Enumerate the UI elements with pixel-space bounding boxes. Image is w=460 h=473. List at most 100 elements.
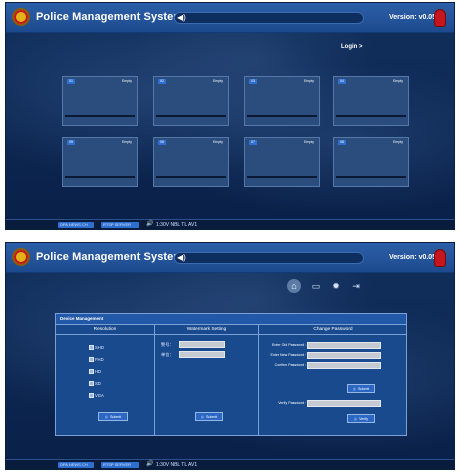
top-bar: Police Management System ◀) Version: v0.… <box>6 3 454 33</box>
top-bar: Police Management System ◀) Version: v0.… <box>6 243 454 273</box>
status-chip-label: RTSP SERVER <box>103 222 132 227</box>
tile-number: 02 <box>158 79 166 84</box>
checkbox[interactable] <box>89 393 94 399</box>
tile-number: 03 <box>249 79 257 84</box>
home-icon[interactable]: ⌂ <box>287 279 301 293</box>
resolution-option[interactable]: SD <box>89 381 101 387</box>
tile-progress-bar <box>336 176 406 178</box>
resolution-option[interactable]: VGA <box>89 393 104 399</box>
resolution-submit-button[interactable]: ◎ Submit <box>98 412 128 421</box>
dashboard-screen: Police Management System ◀) Version: v0.… <box>5 2 455 230</box>
resolution-option[interactable]: SHD <box>89 345 104 351</box>
camera-tile[interactable]: 01 Empty <box>62 76 138 126</box>
button-label: Submit <box>205 415 218 419</box>
tile-status: Empty <box>304 140 314 144</box>
tile-number: 07 <box>249 140 257 145</box>
status-chip: RTSP SERVER <box>101 222 139 228</box>
option-label: VGA <box>95 393 104 398</box>
option-label: HD <box>95 369 102 374</box>
confirm-password-input[interactable] <box>307 362 381 369</box>
status-chip-label: RTSP SERVER <box>103 462 132 467</box>
verify-password-input[interactable] <box>307 400 381 407</box>
tile-progress-bar <box>65 176 135 178</box>
resolution-header: Resolution <box>56 325 154 335</box>
watermark-input-2[interactable] <box>179 351 225 358</box>
tile-status: Empty <box>393 140 403 144</box>
resolution-option[interactable]: FHD <box>89 357 104 363</box>
camera-tile[interactable]: 08 Empty <box>333 137 409 187</box>
tile-status: Empty <box>213 140 223 144</box>
gear-icon[interactable]: ✹ <box>329 279 343 293</box>
app-title: Police Management System <box>36 11 184 23</box>
new-password-input[interactable] <box>307 352 381 359</box>
status-chip: DPA NEWS CH <box>58 462 94 468</box>
tile-number: 01 <box>67 79 75 84</box>
button-label: Verify <box>359 417 369 421</box>
password-header: Change Password <box>259 325 407 335</box>
camera-tile[interactable]: 07 Empty <box>244 137 320 187</box>
speaker-icon[interactable]: ◀) <box>177 252 186 264</box>
tile-status: Empty <box>122 140 132 144</box>
camera-tile[interactable]: 02 Empty <box>153 76 229 126</box>
checkbox[interactable] <box>89 357 94 363</box>
logout-icon[interactable]: ⇥ <box>349 279 363 293</box>
user-avatar-icon[interactable] <box>434 9 446 27</box>
button-label: Submit <box>109 415 122 419</box>
device-management-screen: Police Management System ◀) Version: v0.… <box>5 242 455 470</box>
app-title: Police Management System <box>36 251 184 263</box>
volume-icon: 🔊 <box>146 461 154 467</box>
watermark-section: Watermark Setting 警号： 单位： ◎ Submit <box>155 325 259 436</box>
old-password-input[interactable] <box>307 342 381 349</box>
camera-tile[interactable]: 04 Empty <box>333 76 409 126</box>
option-label: SD <box>95 381 101 386</box>
camera-tile[interactable]: 05 Empty <box>62 137 138 187</box>
checkbox[interactable] <box>89 345 94 351</box>
status-ticker <box>174 252 364 264</box>
option-label: SHD <box>95 345 104 350</box>
tile-number: 04 <box>338 79 346 84</box>
status-bar: DPA NEWS CH RTSP SERVER 🔊 1:30V NBL TL A… <box>6 459 454 469</box>
speaker-icon[interactable]: ◀) <box>177 12 186 24</box>
device-management-panel: Device Management Resolution SHD FHD HD … <box>55 313 407 436</box>
change-password-section: Change Password Enter Old Password : Ent… <box>259 325 407 436</box>
tile-status: Empty <box>304 79 314 83</box>
status-ticker <box>174 12 364 24</box>
status-text: 1:30V NBL TL AV1 <box>156 222 198 228</box>
tile-progress-bar <box>247 115 317 117</box>
checkbox[interactable] <box>89 381 94 387</box>
status-chip: DPA NEWS CH <box>58 222 94 228</box>
camera-tile[interactable]: 03 Empty <box>244 76 320 126</box>
status-chip-label: DPA NEWS CH <box>60 462 88 467</box>
monitor-icon[interactable]: ▭ <box>309 279 323 293</box>
police-badge-icon <box>12 8 30 26</box>
password-submit-button[interactable]: ◎ Submit <box>347 384 375 393</box>
verify-button[interactable]: ◎ Verify <box>347 414 375 423</box>
resolution-option[interactable]: HD <box>89 369 101 375</box>
watermark-header: Watermark Setting <box>155 325 258 335</box>
tile-status: Empty <box>393 79 403 83</box>
user-avatar-icon[interactable] <box>434 249 446 267</box>
watermark-label-2: 单位： <box>161 352 174 357</box>
panel-title: Device Management <box>60 316 104 321</box>
new-password-label: Enter New Password : <box>270 353 306 357</box>
panel-header: Device Management <box>56 314 406 325</box>
checkbox[interactable] <box>89 369 94 375</box>
watermark-input-1[interactable] <box>179 341 225 348</box>
status-chip-label: DPA NEWS CH <box>60 222 88 227</box>
tile-progress-bar <box>156 115 226 117</box>
status-chip: RTSP SERVER <box>101 462 139 468</box>
tile-status: Empty <box>122 79 132 83</box>
watermark-label-1: 警号： <box>161 342 174 347</box>
login-link[interactable]: Login > <box>341 44 363 50</box>
tile-number: 05 <box>67 140 75 145</box>
resolution-section: Resolution SHD FHD HD SD VGA ◎ Submit <box>56 325 155 436</box>
status-bar: DPA NEWS CH RTSP SERVER 🔊 1:30V NBL TL A… <box>6 219 454 229</box>
tile-number: 06 <box>158 140 166 145</box>
camera-tile[interactable]: 06 Empty <box>153 137 229 187</box>
watermark-submit-button[interactable]: ◎ Submit <box>195 412 223 421</box>
tile-progress-bar <box>65 115 135 117</box>
option-label: FHD <box>95 357 104 362</box>
police-badge-icon <box>12 248 30 266</box>
verify-password-label: Verify Password : <box>278 401 306 405</box>
status-text: 1:30V NBL TL AV1 <box>156 462 198 468</box>
